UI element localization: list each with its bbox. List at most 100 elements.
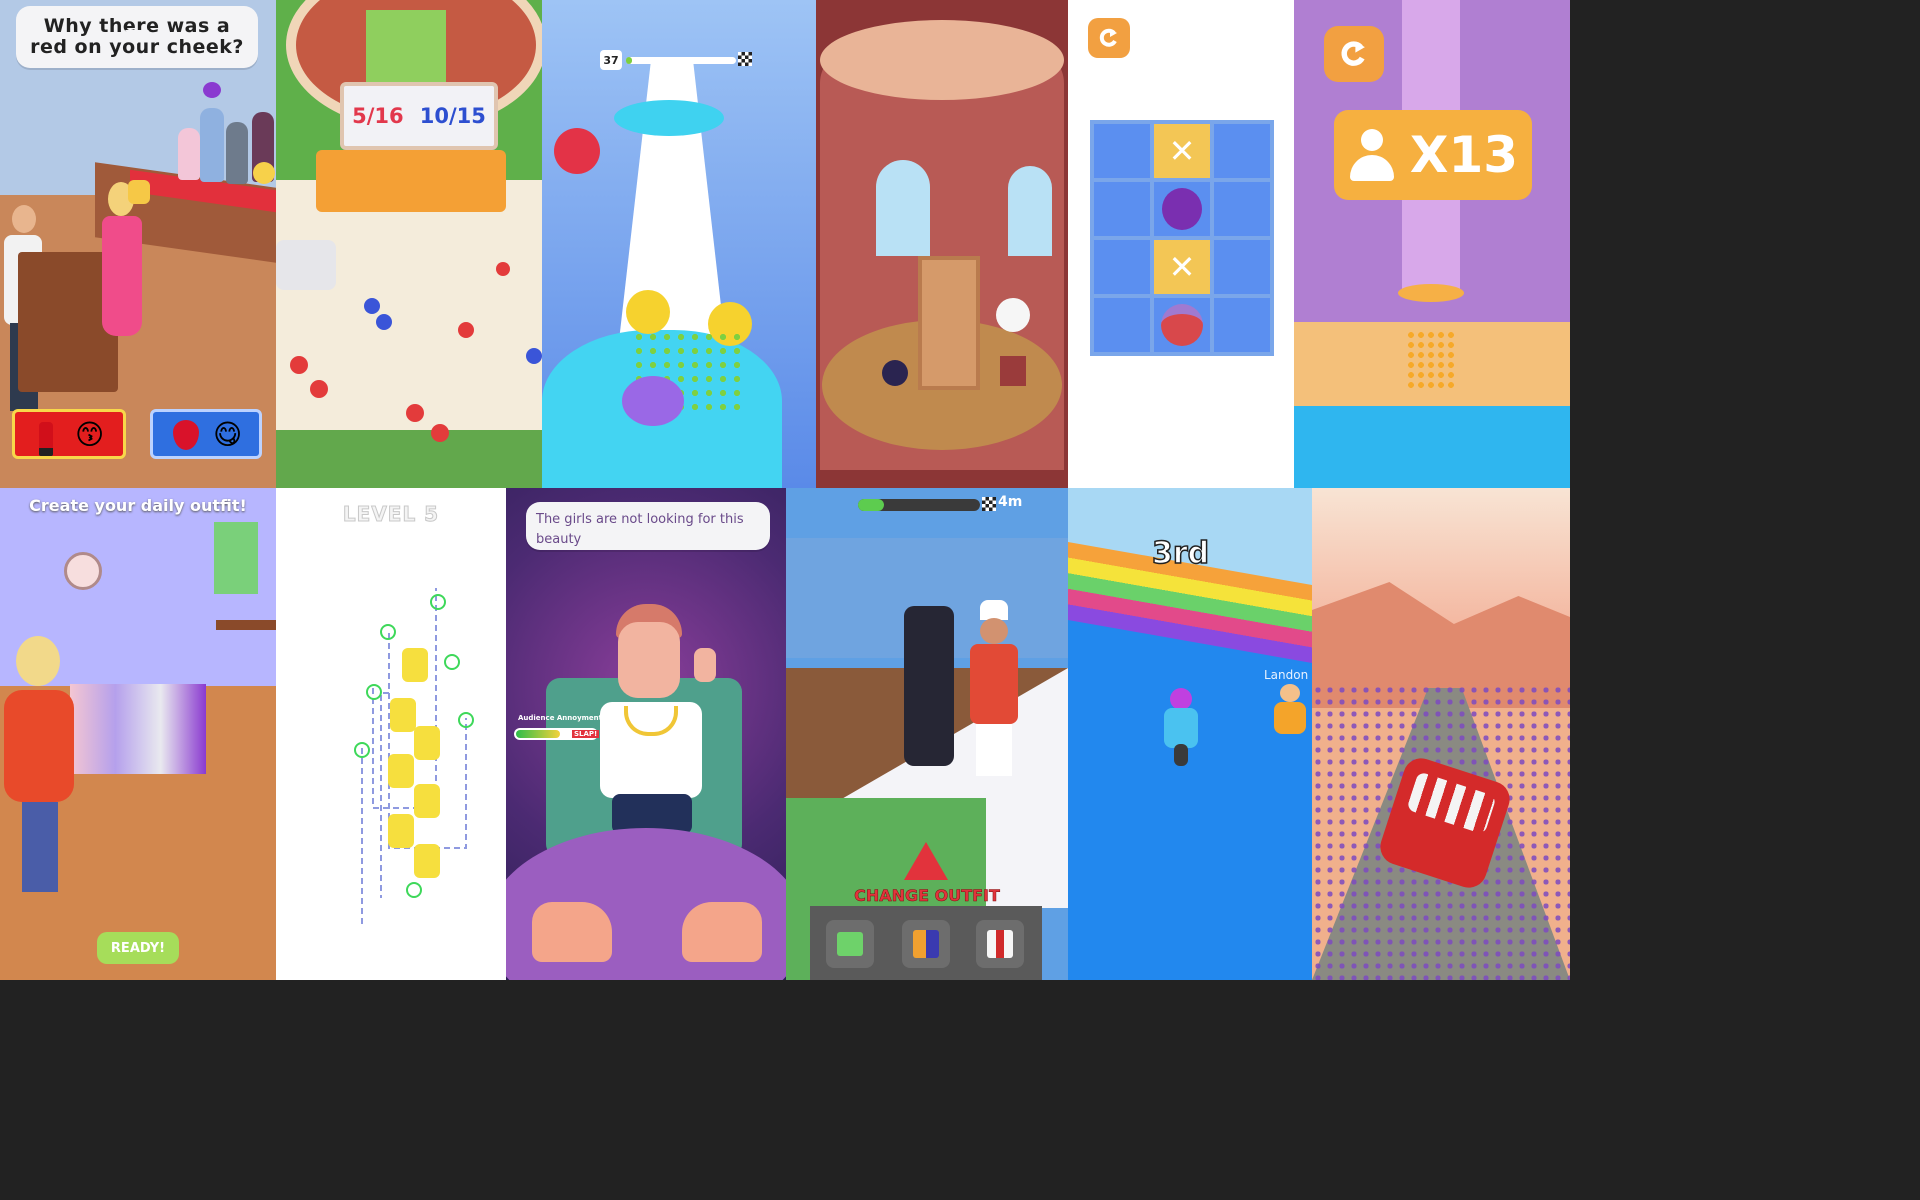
score-blue: 10/15 (419, 104, 486, 128)
distance-bar (858, 499, 980, 511)
player-name: Landon (1264, 668, 1309, 682)
distance-value: 4m (998, 494, 1023, 510)
grid-cell-player-piece[interactable] (1154, 298, 1210, 352)
purple-cylinder (622, 376, 684, 426)
game-tile-multiplier: X13 (1294, 0, 1570, 488)
jacket-icon (913, 930, 939, 958)
left-hand[interactable] (532, 902, 612, 962)
outfit-jacket-button[interactable] (902, 920, 950, 968)
grid-cell[interactable] (1094, 124, 1150, 178)
window-right (1008, 166, 1052, 256)
relieved-emoji-icon (253, 162, 275, 184)
finish-flag-icon (738, 52, 752, 66)
rival-character (1274, 684, 1306, 740)
restart-button[interactable] (1088, 18, 1130, 58)
thumbs-down-icon (128, 180, 150, 204)
grid-cell-purple-piece[interactable] (1154, 182, 1210, 236)
score-red: 5/16 (352, 104, 404, 128)
outfit-chef-button[interactable] (976, 920, 1024, 968)
outfit-tshirt-button[interactable] (826, 920, 874, 968)
target-outfit-card (214, 522, 258, 594)
path-node[interactable] (406, 882, 422, 898)
answer-strawberry-button[interactable]: 😋 (150, 409, 262, 459)
flower-icon (996, 298, 1030, 332)
speech-text: The girls are not looking for this beaut… (536, 512, 744, 547)
path-diagram (361, 588, 467, 928)
bomb-icon (882, 360, 908, 386)
bookshelf (918, 256, 980, 390)
right-hand[interactable] (682, 902, 762, 962)
screen-title: Create your daily outfit! (29, 496, 247, 515)
player-red (290, 356, 308, 374)
yellow-block[interactable] (390, 698, 416, 732)
game-tile-courtroom: Why there was a red on your cheek? 😙 😋 (0, 0, 276, 488)
grid-cell[interactable] (1214, 124, 1270, 178)
meter-label: Audience Annoyment (518, 714, 603, 722)
game-tile-room-tower (816, 0, 1068, 488)
player-red (431, 424, 449, 442)
audience-figure (226, 122, 248, 184)
scoreboard: 5/16 10/15 (340, 82, 498, 150)
answer-lipstick-button[interactable]: 😙 (12, 409, 126, 459)
grid-cell[interactable] (1214, 240, 1270, 294)
game-tile-outfit: Create your daily outfit! READY! (0, 488, 276, 980)
chef-character (966, 600, 1022, 776)
path-node[interactable] (430, 594, 446, 610)
question-bubble: Why there was a red on your cheek? (16, 6, 258, 68)
kiss-emoji-icon: 😙 (75, 418, 105, 451)
lipstick-icon (39, 422, 53, 456)
person-icon (1348, 129, 1396, 181)
shelf (216, 620, 276, 630)
yellow-block[interactable] (414, 726, 440, 760)
game-tile-stadium: 5/16 10/15 (276, 0, 542, 488)
restart-button[interactable] (1324, 26, 1384, 82)
audience-figure (200, 108, 224, 182)
x-mark-icon: ✕ (1168, 132, 1196, 170)
multiplier-value: X13 (1409, 126, 1519, 184)
chef-uniform-icon (987, 930, 1013, 958)
tower-top (820, 20, 1064, 100)
cannon (276, 240, 336, 290)
grid-cell-blocked[interactable]: ✕ (1154, 240, 1210, 294)
x-mark-icon: ✕ (1168, 248, 1196, 286)
strawberry-icon (173, 420, 199, 450)
player-red (458, 322, 474, 338)
path-node[interactable] (354, 742, 370, 758)
progress-fill (626, 57, 632, 64)
clock-icon (64, 552, 102, 590)
flower-pot (1000, 356, 1026, 386)
path-node[interactable] (366, 684, 382, 700)
yellow-block[interactable] (388, 814, 414, 848)
grid-cell[interactable] (1094, 240, 1150, 294)
path-node[interactable] (444, 654, 460, 670)
puzzle-grid: ✕ ✕ (1090, 120, 1274, 356)
window-left (876, 160, 930, 256)
purple-piece (1162, 188, 1202, 230)
multiplier-card: X13 (1334, 110, 1532, 200)
restart-icon (1341, 41, 1365, 66)
path-node[interactable] (458, 712, 474, 728)
crowd-group (1406, 330, 1458, 392)
yellow-block[interactable] (402, 648, 428, 682)
model-character (4, 636, 76, 896)
distance-fill (858, 499, 884, 511)
grid-cell[interactable] (1214, 182, 1270, 236)
player-red (496, 262, 510, 276)
player-character (1162, 688, 1200, 766)
yellow-block[interactable] (414, 784, 440, 818)
level-number: 37 (603, 53, 619, 67)
yellow-block[interactable] (414, 844, 440, 878)
grid-cell[interactable] (1094, 298, 1150, 352)
ready-button[interactable]: READY! (97, 932, 179, 964)
water-platform-top (614, 100, 724, 136)
grid-cell-blocked[interactable]: ✕ (1154, 124, 1210, 178)
finish-flag-icon (982, 497, 996, 511)
progress-bar (626, 57, 736, 64)
grid-cell[interactable] (1214, 298, 1270, 352)
game-tile-crowd-runner: 37 (542, 0, 816, 488)
tube-ring (1398, 284, 1464, 302)
yellow-block[interactable] (388, 754, 414, 788)
grid-cell[interactable] (1094, 182, 1150, 236)
slap-label: SLAP! (572, 730, 600, 738)
path-node[interactable] (380, 624, 396, 640)
